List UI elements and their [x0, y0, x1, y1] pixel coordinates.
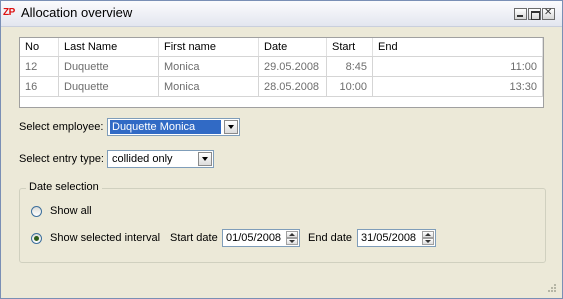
table-row[interactable]: 16 Duquette Monica 28.05.2008 10:00 13:3… [20, 76, 543, 97]
resize-grip-icon[interactable] [546, 282, 556, 292]
employee-select-value: Duquette Monica [110, 120, 221, 134]
column-header-no[interactable]: No [20, 38, 59, 57]
cell-last-name: Duquette [58, 56, 159, 77]
cell-no: 16 [20, 76, 59, 97]
chevron-down-icon[interactable] [198, 152, 212, 166]
cell-no: 12 [20, 56, 59, 77]
show-all-label[interactable]: Show all [50, 205, 92, 217]
minimize-icon [517, 15, 523, 17]
column-header-date[interactable]: Date [258, 38, 327, 57]
minimize-button[interactable] [514, 8, 527, 20]
show-interval-radio[interactable] [31, 233, 42, 244]
spin-down-icon[interactable] [286, 238, 298, 245]
entry-type-label: Select entry type: [19, 153, 104, 165]
cell-date: 28.05.2008 [258, 76, 327, 97]
window-client-area: No Last Name First name Date Start End 1… [1, 27, 562, 298]
window-title: Allocation overview [21, 5, 133, 20]
cell-date: 29.05.2008 [258, 56, 327, 77]
start-date-label: Start date [170, 232, 218, 244]
column-header-first-name[interactable]: First name [158, 38, 259, 57]
start-date-picker[interactable]: 01/05/2008 [222, 229, 300, 247]
spin-down-icon[interactable] [422, 238, 434, 245]
column-header-last-name[interactable]: Last Name [58, 38, 159, 57]
column-header-start[interactable]: Start [326, 38, 373, 57]
end-date-spinner [422, 231, 434, 245]
cell-first-name: Monica [158, 56, 259, 77]
end-date-value[interactable]: 31/05/2008 [361, 232, 416, 244]
spin-up-icon[interactable] [286, 231, 298, 238]
close-icon: ✕ [544, 7, 553, 18]
employee-select[interactable]: Duquette Monica [107, 118, 240, 136]
start-date-value[interactable]: 01/05/2008 [226, 232, 281, 244]
maximize-icon [531, 11, 540, 20]
employee-label: Select employee: [19, 121, 104, 133]
entry-type-select-value: collided only [112, 153, 173, 165]
cell-last-name: Duquette [58, 76, 159, 97]
end-date-label: End date [308, 232, 353, 244]
cell-first-name: Monica [158, 76, 259, 97]
show-interval-label[interactable]: Show selected interval [50, 232, 160, 244]
cell-start: 8:45 [326, 56, 373, 77]
cell-start: 10:00 [326, 76, 373, 97]
cell-end: 13:30 [372, 76, 543, 97]
column-header-end[interactable]: End [372, 38, 543, 57]
grid-header-row: No Last Name First name Date Start End [20, 38, 543, 57]
app-logo-icon: ZP [3, 7, 15, 18]
title-bar[interactable]: ZP Allocation overview ✕ [1, 1, 562, 27]
start-date-spinner [286, 231, 298, 245]
maximize-button[interactable] [528, 8, 541, 20]
table-row[interactable]: 12 Duquette Monica 29.05.2008 8:45 11:00 [20, 56, 543, 77]
show-all-radio[interactable] [31, 206, 42, 217]
allocation-grid[interactable]: No Last Name First name Date Start End 1… [19, 37, 544, 108]
close-button[interactable]: ✕ [542, 7, 555, 20]
allocation-window: ZP Allocation overview ✕ No Last Name Fi… [0, 0, 563, 299]
spin-up-icon[interactable] [422, 231, 434, 238]
end-date-picker[interactable]: 31/05/2008 [357, 229, 436, 247]
date-selection-group [19, 188, 546, 263]
entry-type-select[interactable]: collided only [107, 150, 214, 168]
cell-end: 11:00 [372, 56, 543, 77]
chevron-down-icon[interactable] [224, 120, 238, 134]
date-selection-title: Date selection [26, 181, 102, 193]
